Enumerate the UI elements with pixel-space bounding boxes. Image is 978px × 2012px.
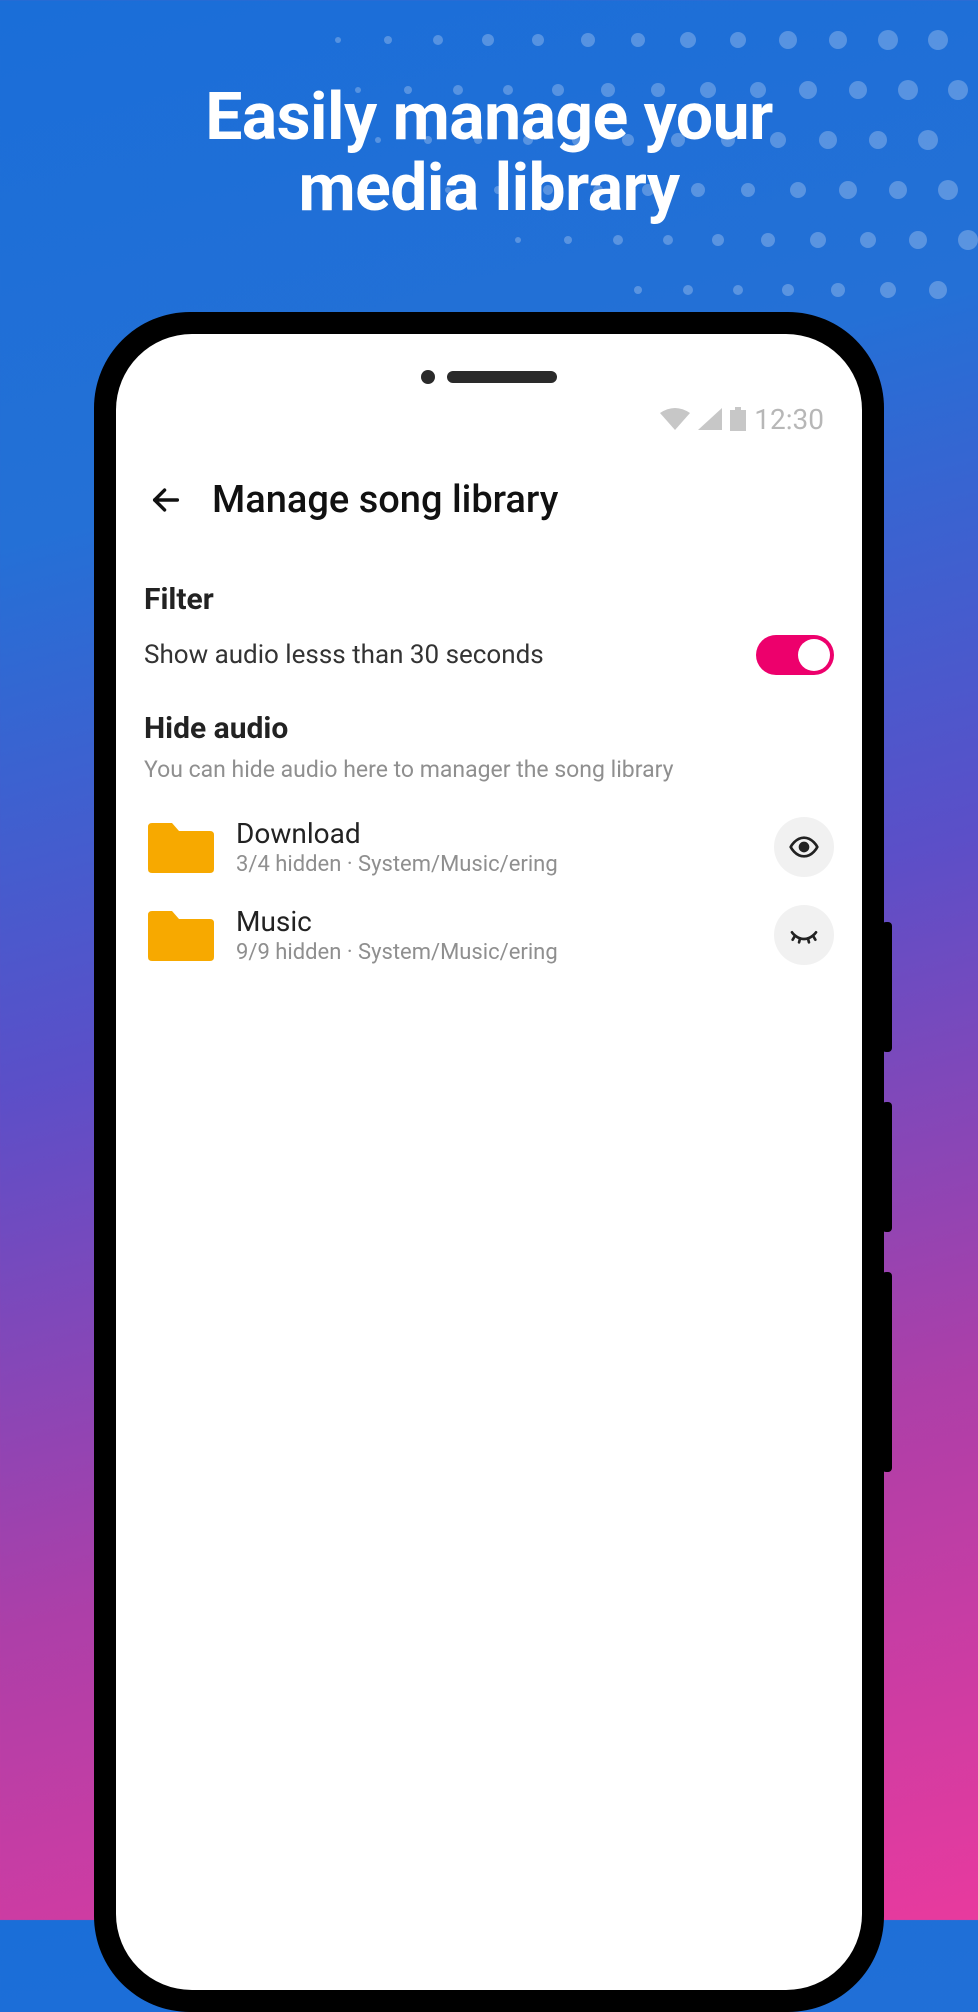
visibility-toggle-button[interactable] <box>774 905 834 965</box>
filter-toggle[interactable] <box>756 635 834 675</box>
folder-icon <box>144 907 214 963</box>
phone-frame: 12:30 Manage song library Filter Show au… <box>94 312 884 2012</box>
folder-name: Download <box>236 817 752 850</box>
status-time: 12:30 <box>754 403 824 436</box>
battery-icon <box>730 407 746 431</box>
folder-row[interactable]: Download 3/4 hidden · System/Music/ering <box>144 803 834 891</box>
folder-text: Music 9/9 hidden · System/Music/ering <box>236 905 752 965</box>
promo-title: Easily manage your media library <box>0 0 978 225</box>
visibility-toggle-button[interactable] <box>774 817 834 877</box>
folder-icon <box>144 819 214 875</box>
promo-title-line2: media library <box>298 150 679 227</box>
arrow-left-icon <box>149 483 183 517</box>
back-button[interactable] <box>144 478 188 522</box>
promo-title-line1: Easily manage your <box>205 79 773 156</box>
folder-name: Music <box>236 905 752 938</box>
folder-text: Download 3/4 hidden · System/Music/ering <box>236 817 752 877</box>
page-header: Manage song library <box>116 438 862 546</box>
folder-row[interactable]: Music 9/9 hidden · System/Music/ering <box>144 891 834 979</box>
folder-meta: 9/9 hidden · System/Music/ering <box>236 940 752 965</box>
eye-closed-icon <box>788 919 820 951</box>
status-bar: 12:30 <box>116 394 862 438</box>
power-button <box>882 1272 892 1472</box>
hide-audio-subtitle: You can hide audio here to manager the s… <box>144 756 834 783</box>
phone-notch <box>421 370 557 384</box>
eye-open-icon <box>788 831 820 863</box>
volume-up-button <box>882 922 892 1052</box>
toggle-knob <box>798 639 830 671</box>
filter-row: Show audio lesss than 30 seconds <box>144 635 834 675</box>
hide-audio-section-title: Hide audio <box>144 711 834 746</box>
phone-screen: 12:30 Manage song library Filter Show au… <box>116 334 862 1990</box>
volume-down-button <box>882 1102 892 1232</box>
wifi-icon <box>660 408 690 430</box>
filter-section-title: Filter <box>144 582 834 617</box>
folder-meta: 3/4 hidden · System/Music/ering <box>236 852 752 877</box>
page-content: Filter Show audio lesss than 30 seconds … <box>116 546 862 979</box>
page-title: Manage song library <box>212 478 558 522</box>
cellular-icon <box>698 408 722 430</box>
filter-label: Show audio lesss than 30 seconds <box>144 640 544 670</box>
